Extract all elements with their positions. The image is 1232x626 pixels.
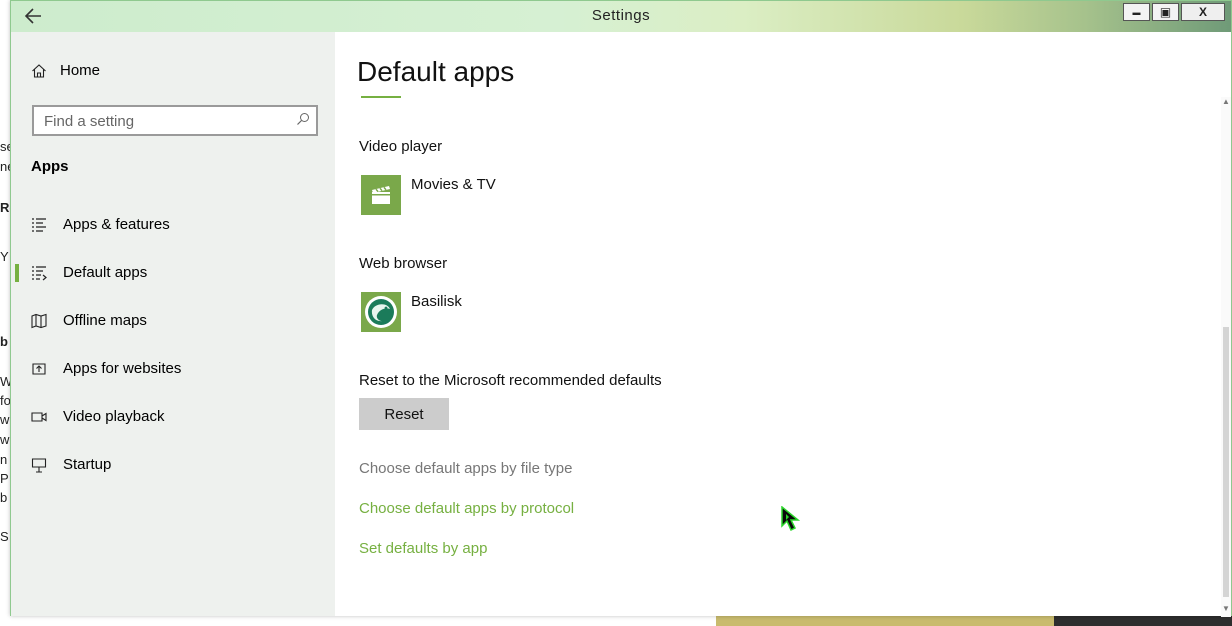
close-icon: X xyxy=(1198,5,1207,19)
web-link-icon xyxy=(32,363,46,375)
sidebar-item-apps-for-websites[interactable]: Apps for websites xyxy=(11,351,335,387)
app-name: Basilisk xyxy=(411,293,462,310)
startup-icon xyxy=(31,458,47,473)
home-nav-item[interactable]: Home xyxy=(31,62,100,79)
sidebar-item-apps-features[interactable]: Apps & features xyxy=(11,207,335,243)
window-title: Settings xyxy=(591,7,651,24)
reset-label: Reset to the Microsoft recommended defau… xyxy=(359,372,662,389)
settings-window: Settings ▬ ▣ X Home Apps Apps & feat xyxy=(10,0,1232,617)
minimize-button[interactable]: ▬ xyxy=(1123,3,1150,21)
choose-by-file-type-link[interactable]: Choose default apps by file type xyxy=(359,460,572,477)
main-content: Default apps Video player Movies & TV We… xyxy=(335,32,1221,616)
map-icon xyxy=(31,313,47,329)
sidebar-item-startup[interactable]: Startup xyxy=(11,447,335,483)
set-defaults-by-app-link[interactable]: Set defaults by app xyxy=(359,540,487,557)
scrollbar-thumb[interactable] xyxy=(1223,327,1229,597)
sidebar-item-video-playback[interactable]: Video playback xyxy=(11,399,335,435)
basilisk-icon xyxy=(365,296,397,328)
app-tile xyxy=(361,292,401,332)
scroll-up-icon[interactable]: ▲ xyxy=(1222,97,1230,106)
background-text: n xyxy=(0,452,8,467)
video-player-label: Video player xyxy=(359,138,443,155)
background-text: w xyxy=(0,432,10,447)
app-name: Movies & TV xyxy=(411,176,496,193)
home-label: Home xyxy=(60,62,101,79)
background-text: Y xyxy=(0,249,9,264)
list-icon xyxy=(32,218,46,232)
minimize-icon: ▬ xyxy=(1132,7,1141,17)
sidebar-item-label: Startup xyxy=(63,456,112,473)
title-underline xyxy=(361,96,401,98)
search-box xyxy=(32,105,318,136)
sidebar-item-label: Apps for websites xyxy=(63,360,182,377)
background-text: P xyxy=(0,471,9,486)
web-browser-label: Web browser xyxy=(359,255,448,272)
close-button[interactable]: X xyxy=(1181,3,1225,21)
default-apps-icon xyxy=(32,266,47,281)
movies-tv-icon xyxy=(372,186,390,204)
sidebar-section-title: Apps xyxy=(31,158,69,175)
background-text: b xyxy=(0,334,8,349)
scroll-down-icon[interactable]: ▼ xyxy=(1222,604,1230,613)
choose-by-protocol-link[interactable]: Choose default apps by protocol xyxy=(359,500,574,517)
video-icon xyxy=(31,412,47,422)
sidebar-item-default-apps[interactable]: Default apps xyxy=(11,255,335,291)
video-player-app-button[interactable]: Movies & TV xyxy=(361,175,681,217)
background-text: S xyxy=(0,529,9,544)
mouse-cursor-icon xyxy=(781,506,801,532)
sidebar-item-label: Video playback xyxy=(63,408,165,425)
reset-button[interactable]: Reset xyxy=(359,398,449,430)
page-title: Default apps xyxy=(357,56,515,87)
sidebar-item-offline-maps[interactable]: Offline maps xyxy=(11,303,335,339)
app-tile xyxy=(361,175,401,215)
sidebar-item-label: Apps & features xyxy=(63,216,170,233)
search-input[interactable] xyxy=(42,110,286,132)
sidebar: Home Apps Apps & features Default apps xyxy=(11,32,335,616)
title-bar: Settings ▬ ▣ X xyxy=(11,1,1231,32)
sidebar-item-label: Default apps xyxy=(63,264,148,281)
home-icon xyxy=(32,63,46,78)
sidebar-item-label: Offline maps xyxy=(63,312,147,329)
vertical-scrollbar[interactable]: ▲ ▼ xyxy=(1221,97,1231,617)
window-controls: ▬ ▣ X xyxy=(1121,3,1225,21)
search-icon[interactable] xyxy=(296,112,310,126)
background-text: w xyxy=(0,412,10,427)
maximize-icon: ▣ xyxy=(1159,5,1172,19)
active-indicator xyxy=(15,264,19,282)
web-browser-app-button[interactable]: Basilisk xyxy=(361,292,681,334)
maximize-button[interactable]: ▣ xyxy=(1152,3,1179,21)
background-text: b xyxy=(0,490,8,505)
